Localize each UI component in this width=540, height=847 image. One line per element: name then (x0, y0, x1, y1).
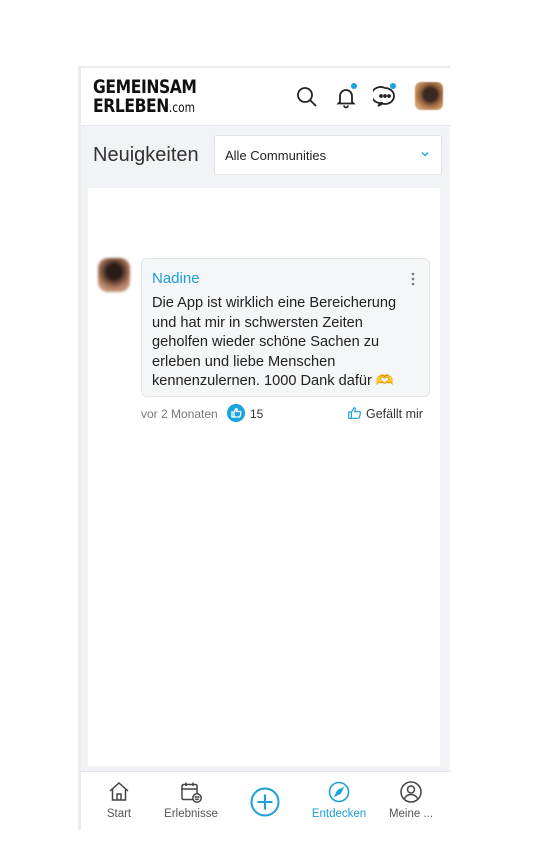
logo[interactable]: GEMEINSAM ERLEBEN.com (93, 78, 219, 118)
like-count: 15 (250, 407, 264, 421)
like-count-icon (227, 404, 245, 422)
avatar[interactable] (415, 82, 443, 110)
calendar-icon (181, 782, 202, 803)
chevron-down-icon (421, 152, 429, 157)
like-button-label: Gefällt mir (366, 407, 423, 421)
add-icon (250, 787, 280, 817)
message-dot (390, 83, 396, 89)
page-title: Neuigkeiten (93, 144, 199, 166)
post-author[interactable]: Nadine (152, 270, 200, 287)
notification-dot (351, 83, 357, 89)
user-icon (400, 781, 422, 803)
bottom-nav: Start Erlebnisse Entdecken Meine ... (81, 771, 450, 830)
post-card: Nadine Die App ist wirklich eine Bereich… (141, 258, 430, 397)
nav-item-add[interactable] (228, 772, 302, 830)
app-screen: GEMEINSAM ERLEBEN.com Neuigkeiten Alle C… (78, 66, 450, 830)
nav-item-meine[interactable]: Meine ... (374, 772, 448, 830)
nav-label-entdecken: Entdecken (311, 808, 367, 820)
nav-label-meine: Meine ... (388, 808, 434, 820)
compass-icon (328, 781, 350, 803)
community-select-value: Alle Communities (225, 148, 327, 163)
thumbs-up-icon (348, 407, 362, 419)
nav-label-start: Start (106, 808, 132, 820)
nav-item-erlebnisse[interactable]: Erlebnisse (154, 772, 228, 830)
post-time: vor 2 Monaten (141, 407, 218, 421)
nav-item-start[interactable]: Start (82, 772, 156, 830)
logo-domain: .com (168, 101, 196, 116)
nav-label-erlebnisse: Erlebnisse (164, 808, 218, 820)
top-bar: GEMEINSAM ERLEBEN.com (81, 68, 450, 126)
post-text: Die App ist wirklich eine Bereicherung u… (152, 295, 397, 389)
like-button[interactable]: Gefällt mir (347, 404, 427, 424)
community-select[interactable]: Alle Communities (214, 135, 442, 175)
logo-line2: ERLEBEN.com (93, 97, 197, 118)
search-icon[interactable] (295, 85, 319, 109)
news-feed: Nadine Die App ist wirklich eine Bereich… (88, 188, 440, 766)
logo-line2-text: ERLEBEN (93, 95, 169, 117)
more-options-icon[interactable] (411, 272, 415, 286)
post-author-avatar[interactable] (98, 258, 130, 292)
nav-item-entdecken[interactable]: Entdecken (302, 772, 376, 830)
home-icon (109, 781, 129, 801)
